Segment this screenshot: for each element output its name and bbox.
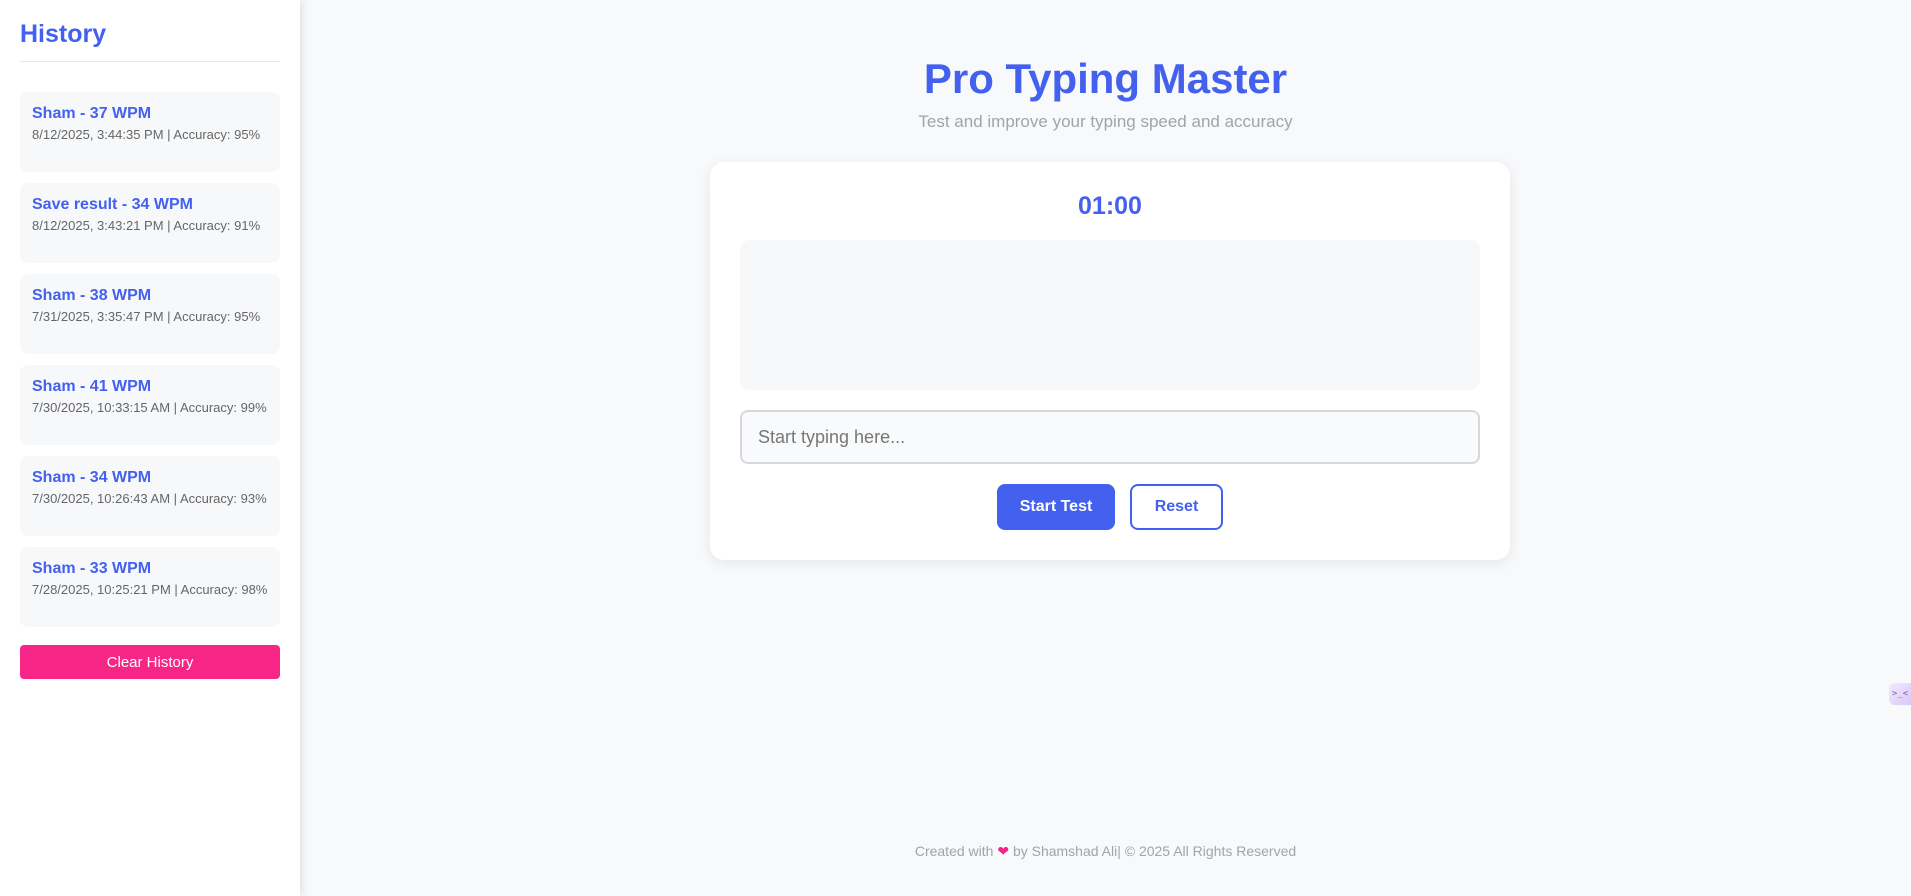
history-item-title: Sham - 33 WPM <box>32 560 152 577</box>
history-item-detail: 7/31/2025, 3:35:47 PM | Accuracy: 95% <box>32 309 261 324</box>
history-title: History <box>20 0 280 62</box>
heart-icon: ❤ <box>997 843 1010 859</box>
text-display-area <box>740 240 1480 390</box>
footer-credit: by Shamshad Ali| © 2025 All Rights Reser… <box>1012 843 1297 859</box>
typing-input[interactable] <box>740 410 1480 464</box>
history-item[interactable]: Sham - 33 WPM 7/28/2025, 10:25:21 PM | A… <box>20 547 280 627</box>
history-item-title: Save result - 34 WPM <box>32 196 193 213</box>
history-item-title: Sham - 34 WPM <box>32 469 152 486</box>
history-item-detail: 8/12/2025, 3:43:21 PM | Accuracy: 91% <box>32 218 261 233</box>
extension-side-tab[interactable]: >_< <box>1889 683 1911 705</box>
control-buttons: Start Test Reset <box>710 484 1510 530</box>
history-item[interactable]: Sham - 41 WPM 7/30/2025, 10:33:15 AM | A… <box>20 365 280 445</box>
typing-test-card: 01:00 Start Test Reset <box>710 162 1510 560</box>
history-item-detail: 8/12/2025, 3:44:35 PM | Accuracy: 95% <box>32 127 261 142</box>
history-item-title: Sham - 41 WPM <box>32 378 152 395</box>
history-item[interactable]: Sham - 34 WPM 7/30/2025, 10:26:43 AM | A… <box>20 456 280 536</box>
page-title: Pro Typing Master <box>923 55 1288 102</box>
history-item[interactable]: Sham - 37 WPM 8/12/2025, 3:44:35 PM | Ac… <box>20 92 280 172</box>
history-sidebar: History Sham - 37 WPM 8/12/2025, 3:44:35… <box>0 0 300 896</box>
history-item-detail: 7/30/2025, 10:26:43 AM | Accuracy: 93% <box>32 491 267 506</box>
history-item-detail: 7/28/2025, 10:25:21 PM | Accuracy: 98% <box>32 582 268 597</box>
page-subtitle: Test and improve your typing speed and a… <box>918 112 1293 131</box>
history-item-detail: 7/30/2025, 10:33:15 AM | Accuracy: 99% <box>32 400 267 415</box>
history-list: Sham - 37 WPM 8/12/2025, 3:44:35 PM | Ac… <box>20 92 280 627</box>
history-item-title: Sham - 37 WPM <box>32 105 152 122</box>
start-test-button[interactable]: Start Test <box>997 484 1115 530</box>
main-content: Pro Typing Master Test and improve your … <box>300 0 1911 896</box>
clear-history-button[interactable]: Clear History <box>20 645 280 679</box>
reset-button[interactable]: Reset <box>1130 484 1223 530</box>
history-item-title: Sham - 38 WPM <box>32 287 152 304</box>
history-item[interactable]: Save result - 34 WPM 8/12/2025, 3:43:21 … <box>20 183 280 263</box>
history-item[interactable]: Sham - 38 WPM 7/31/2025, 3:35:47 PM | Ac… <box>20 274 280 354</box>
timer-display: 01:00 <box>1078 192 1142 220</box>
footer-prefix: Created with <box>914 843 994 859</box>
footer: Created with ❤ by Shamshad Ali| © 2025 A… <box>300 843 1911 860</box>
